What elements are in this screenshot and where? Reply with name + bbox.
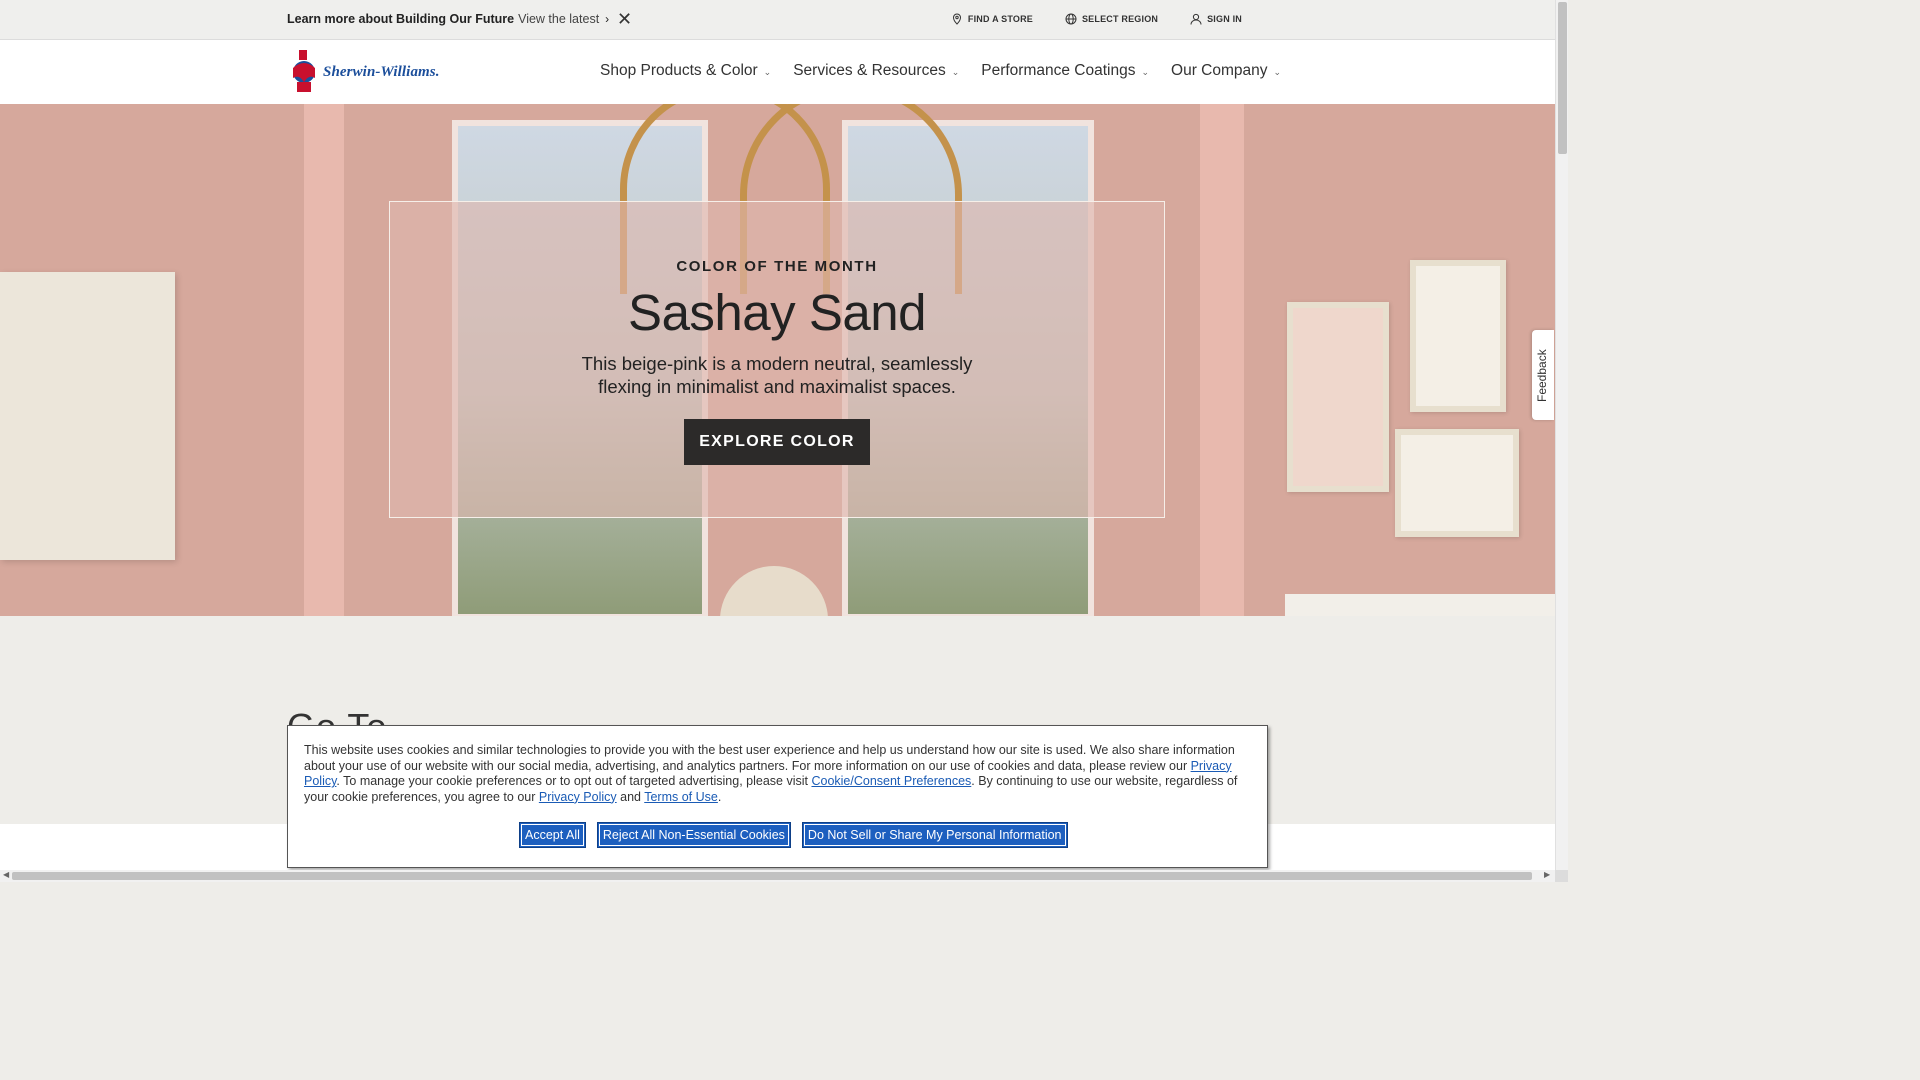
wall-canvas-art xyxy=(0,272,175,560)
scrollbar-corner xyxy=(1555,870,1568,882)
feedback-label: Feedback xyxy=(1535,349,1549,402)
cookie-text-part: . To manage your cookie preferences or t… xyxy=(336,774,812,789)
cookie-text-part: . xyxy=(717,789,722,804)
cookie-preferences-link[interactable]: Cookie/Consent Preferences xyxy=(811,774,971,788)
location-pin-icon xyxy=(952,13,961,25)
reject-non-essential-button[interactable]: Reject All Non-Essential Cookies xyxy=(596,822,791,848)
horizontal-scrollbar[interactable]: ◀ ▶ xyxy=(0,870,1555,882)
pillar xyxy=(304,104,344,616)
feedback-tab[interactable]: Feedback xyxy=(1532,330,1554,420)
chevron-down-icon: ⌄ xyxy=(1141,67,1150,77)
promo-title: Learn more about Building Our Future xyxy=(287,12,515,26)
scroll-left-icon[interactable]: ◀ xyxy=(3,870,9,879)
nav-label: Our Company xyxy=(1171,62,1268,79)
nav-label: Performance Coatings xyxy=(981,62,1136,79)
nav-services-resources[interactable]: Services & Resources ⌄ xyxy=(793,62,959,80)
primary-nav: Shop Products & Color ⌄ Services & Resou… xyxy=(600,62,1281,80)
chevron-down-icon: ⌄ xyxy=(763,67,772,77)
sign-in-link[interactable]: SIGN IN xyxy=(1190,13,1242,25)
nav-label: Shop Products & Color xyxy=(600,62,758,79)
cookie-buttons: Accept All Reject All Non-Essential Cook… xyxy=(519,822,1068,848)
hero-description: This beige-pink is a modern neutral, sea… xyxy=(581,353,973,397)
select-region-label: SELECT REGION xyxy=(1081,14,1159,24)
chevron-down-icon: ⌄ xyxy=(951,67,960,77)
cookie-text: This website uses cookies and similar te… xyxy=(304,743,1244,805)
cover-the-earth-logo-icon xyxy=(293,50,315,92)
user-icon xyxy=(1190,13,1202,25)
nav-label: Services & Resources xyxy=(793,62,946,79)
cookie-banner: This website uses cookies and similar te… xyxy=(287,725,1268,868)
explore-color-button[interactable]: EXPLORE COLOR xyxy=(684,419,870,465)
promo-banner[interactable]: Learn more about Building Our Future Vie… xyxy=(287,12,609,26)
utility-bar: Learn more about Building Our Future Vie… xyxy=(0,0,1555,40)
chevron-right-icon: › xyxy=(605,12,610,26)
terms-of-use-link[interactable]: Terms of Use xyxy=(644,790,718,804)
wall-frame xyxy=(1287,302,1389,492)
brand-name: Sherwin-Williams. xyxy=(323,63,440,80)
select-region-link[interactable]: SELECT REGION xyxy=(1065,13,1158,25)
promo-link[interactable]: View the latest xyxy=(518,12,599,26)
main-navigation: Sherwin-Williams. Shop Products & Color … xyxy=(0,40,1555,104)
pillar xyxy=(1200,104,1244,616)
scrollbar-thumb[interactable] xyxy=(12,872,1532,880)
cookie-text-part: This website uses cookies and similar te… xyxy=(304,743,1235,773)
scroll-right-icon[interactable]: ▶ xyxy=(1544,870,1550,879)
nav-performance-coatings[interactable]: Performance Coatings ⌄ xyxy=(981,62,1149,80)
nav-our-company[interactable]: Our Company ⌄ xyxy=(1171,62,1281,80)
hero-eyebrow: COLOR OF THE MONTH xyxy=(676,258,878,275)
chevron-down-icon: ⌄ xyxy=(1273,67,1282,77)
do-not-sell-button[interactable]: Do Not Sell or Share My Personal Informa… xyxy=(801,822,1068,848)
accept-all-button[interactable]: Accept All xyxy=(519,822,586,848)
hero-title: Sashay Sand xyxy=(628,284,926,341)
brand-logo[interactable]: Sherwin-Williams. xyxy=(289,48,440,96)
globe-icon xyxy=(1065,13,1077,25)
privacy-policy-link[interactable]: Privacy Policy xyxy=(539,790,617,804)
vertical-scrollbar[interactable] xyxy=(1555,0,1568,870)
hero-card: COLOR OF THE MONTH Sashay Sand This beig… xyxy=(389,201,1165,518)
sign-in-label: SIGN IN xyxy=(1207,14,1242,24)
find-store-label: FIND A STORE xyxy=(967,14,1033,24)
utility-links: FIND A STORE SELECT REGION SIGN IN xyxy=(951,13,1242,25)
nav-shop-products[interactable]: Shop Products & Color ⌄ xyxy=(600,62,771,80)
cookie-text-part: and xyxy=(616,789,645,804)
close-icon[interactable]: ✕ xyxy=(617,10,632,28)
wall-frame xyxy=(1410,260,1506,412)
hero-banner: COLOR OF THE MONTH Sashay Sand This beig… xyxy=(0,104,1555,616)
find-store-link[interactable]: FIND A STORE xyxy=(951,13,1033,25)
wall-frame xyxy=(1395,429,1519,537)
mantel xyxy=(1285,594,1555,616)
scrollbar-thumb[interactable] xyxy=(1558,2,1567,154)
flower-vase xyxy=(720,566,828,616)
